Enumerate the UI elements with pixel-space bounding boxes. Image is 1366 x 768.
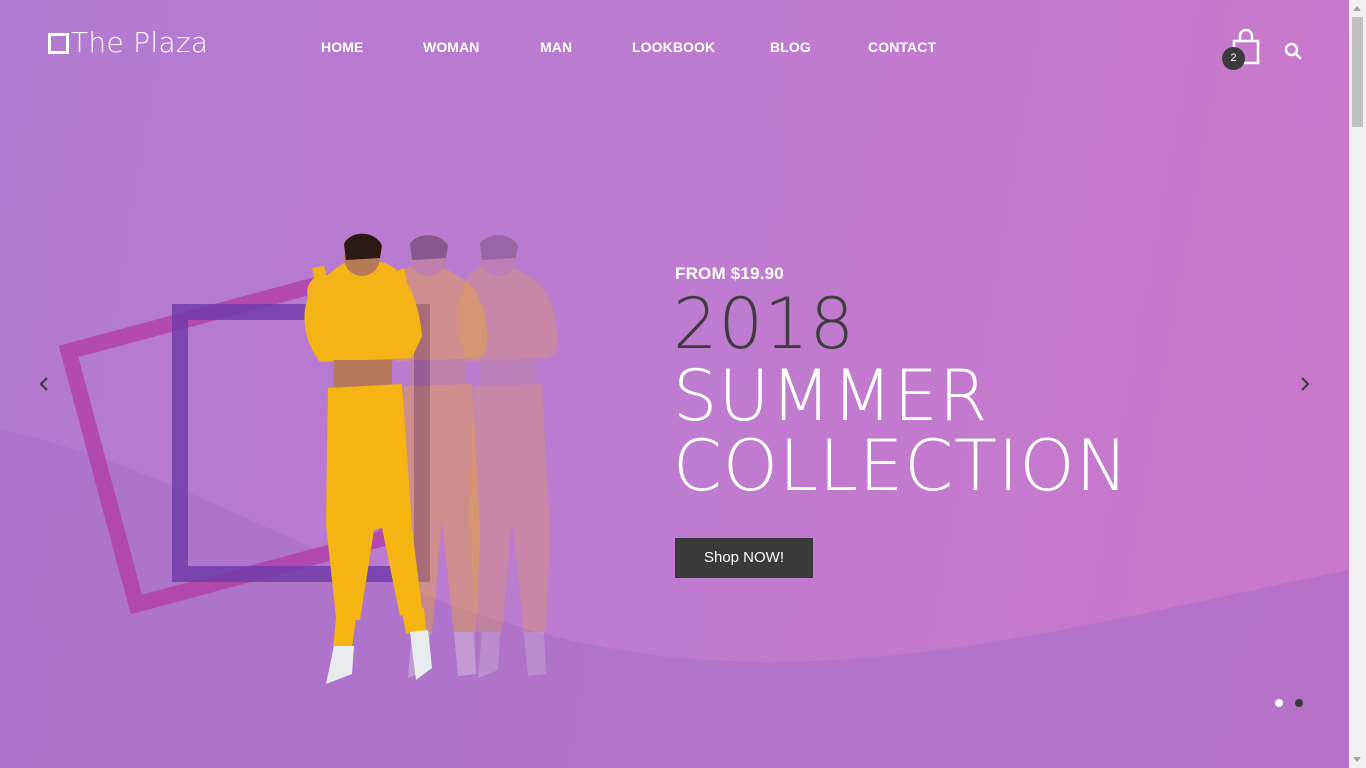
main-nav: HOME WOMAN MAN LOOKBOOK BLOG CONTACT [0,39,1349,59]
nav-home[interactable]: HOME [321,39,363,55]
nav-blog[interactable]: BLOG [770,39,811,55]
price-tagline: FROM $19.90 [675,264,784,283]
search-icon[interactable] [1284,42,1302,60]
cart-count-badge: 2 [1222,47,1245,70]
scrollbar-thumb[interactable] [1352,17,1363,127]
slider-dot-2[interactable] [1295,699,1303,707]
chevron-left-icon[interactable] [37,375,51,393]
nav-woman[interactable]: WOMAN [423,39,480,55]
model-figure [304,233,432,684]
nav-man[interactable]: MAN [540,39,572,55]
page-scrollbar[interactable] [1349,0,1366,768]
nav-contact[interactable]: CONTACT [868,39,936,55]
headline-summer: SUMMER [673,355,989,437]
headline-collection: COLLECTION [673,425,1129,507]
nav-lookbook[interactable]: LOOKBOOK [632,39,715,55]
headline-year: 2018 [673,283,856,365]
scroll-down-arrow-icon[interactable] [1353,757,1361,762]
shop-now-button[interactable]: Shop NOW! [675,538,813,578]
chevron-right-icon[interactable] [1298,375,1312,393]
hero-slider: The Plaza HOME WOMAN MAN LOOKBOOK BLOG C… [0,0,1349,768]
scroll-up-arrow-icon[interactable] [1353,6,1361,11]
slider-dot-1[interactable] [1275,699,1283,707]
